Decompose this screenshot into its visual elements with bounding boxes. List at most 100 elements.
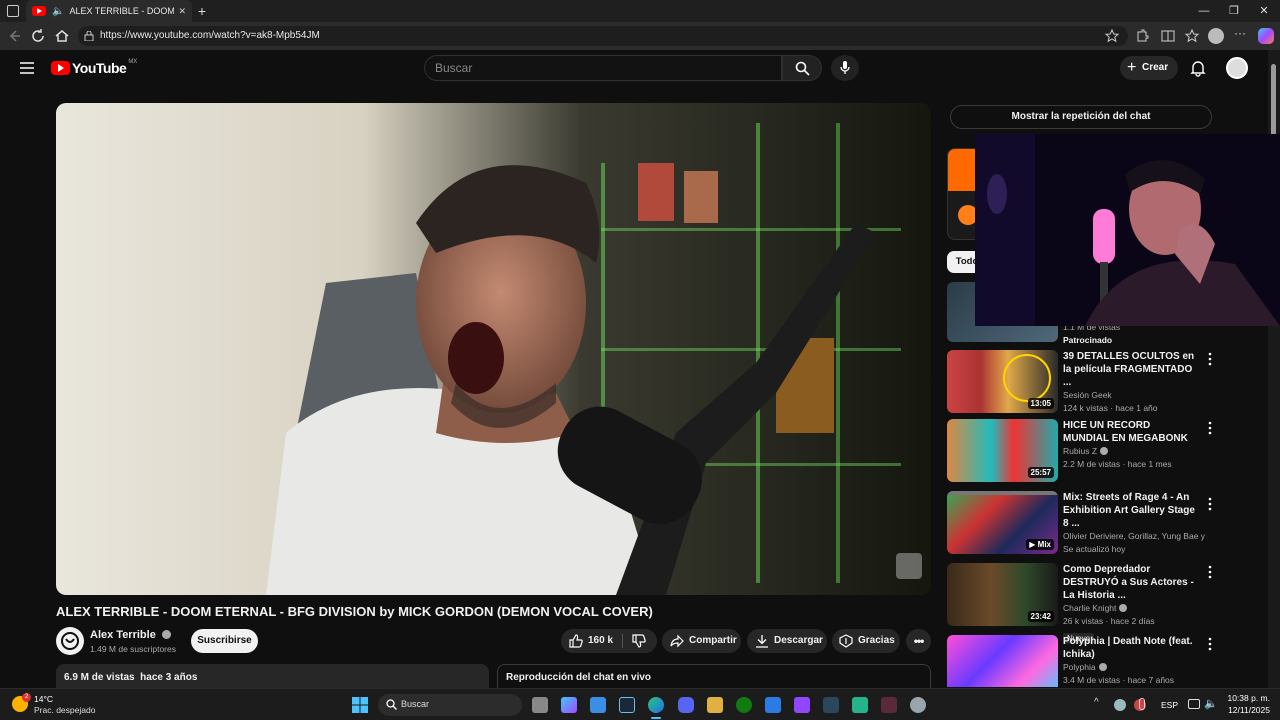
minimize-button[interactable]: —	[1196, 3, 1212, 19]
start-button[interactable]	[352, 697, 368, 713]
sidebar-video-title[interactable]: Polyphia | Death Note (feat. Ichika)	[1063, 635, 1198, 661]
video-thumbnail[interactable]	[947, 635, 1058, 687]
like-button[interactable]: 160 k	[561, 629, 621, 653]
trophy-app-icon[interactable]	[707, 697, 723, 713]
address-bar[interactable]: https://www.youtube.com/watch?v=ak8-Mpb5…	[78, 26, 1128, 46]
show-chat-replay-button[interactable]: Mostrar la repetición del chat	[950, 105, 1212, 129]
account-avatar[interactable]	[1226, 57, 1248, 79]
video-thumbnail[interactable]: 23:42	[947, 563, 1058, 626]
sidebar-video-2[interactable]: 25:57 HICE UN RECORD MUNDIAL EN MEGABONK…	[947, 419, 1227, 485]
sidebar-video-channel[interactable]: Olivier Deriviere, Gorillaz, Yung Bae y …	[1063, 530, 1208, 543]
new-tab-button[interactable]: +	[195, 2, 209, 20]
extensions-icon[interactable]	[1134, 28, 1150, 44]
maximize-button[interactable]: ❐	[1226, 3, 1242, 19]
close-tab-icon[interactable]: ✕	[178, 6, 186, 17]
dislike-button[interactable]	[623, 629, 657, 653]
game-app-icon[interactable]	[852, 697, 868, 713]
speaker-icon[interactable]: 🔈	[52, 6, 64, 17]
thanks-button[interactable]: Gracias	[832, 629, 900, 653]
video-thumbnail[interactable]: 13:05	[947, 350, 1058, 413]
share-button[interactable]: Compartir	[662, 629, 741, 653]
home-icon[interactable]	[54, 28, 70, 44]
chat-replay-box[interactable]: Reproducción del chat en vivo	[497, 664, 931, 688]
taskbar-date[interactable]: 12/11/2025	[1222, 705, 1270, 715]
xbox-icon[interactable]	[736, 697, 752, 713]
sidebar-video-title[interactable]: Como Depredador DESTRUYÓ a Sus Actores -…	[1063, 563, 1198, 602]
temperature: 14°C	[34, 694, 53, 704]
favorites-icon[interactable]	[1184, 28, 1200, 44]
description-box[interactable]: 6.9 M de vistas hace 3 años	[56, 664, 489, 688]
menu-icon[interactable]	[20, 62, 34, 74]
steam-icon[interactable]	[619, 697, 635, 713]
copilot-icon[interactable]	[1258, 28, 1274, 44]
video-thumbnail[interactable]: ▶ Mix	[947, 491, 1058, 554]
scrollbar-thumb[interactable]	[1271, 64, 1276, 144]
sidebar-video-3[interactable]: ▶ Mix Mix: Streets of Rage 4 - An Exhibi…	[947, 491, 1227, 557]
refresh-icon[interactable]	[30, 28, 46, 44]
back-arrow-icon[interactable]	[6, 28, 22, 44]
sidebar-video-5[interactable]: Polyphia | Death Note (feat. Ichika) Pol…	[947, 635, 1227, 687]
thumbs-down-icon	[632, 634, 646, 648]
steam-app-icon[interactable]	[823, 697, 839, 713]
volume-icon[interactable]: 🔈	[1204, 697, 1218, 710]
taskbar-time[interactable]: 10:38 p. m.	[1222, 693, 1270, 703]
channel-avatar[interactable]	[56, 627, 84, 655]
more-actions-button[interactable]: •••	[906, 629, 931, 653]
sidebar-video-channel[interactable]: Rubius Z	[1063, 445, 1198, 458]
sidebar-video-title[interactable]: 39 DETALLES OCULTOS en la película FRAGM…	[1063, 350, 1198, 389]
like-count: 160 k	[588, 635, 614, 646]
sidebar-video-channel[interactable]: Charlie Knight	[1063, 602, 1198, 615]
more-vertical-icon[interactable]	[1207, 637, 1213, 651]
discord-icon[interactable]	[678, 697, 694, 713]
close-window-button[interactable]: ✕	[1256, 3, 1272, 19]
sidebar-video-title[interactable]: Mix: Streets of Rage 4 - An Exhibition A…	[1063, 491, 1198, 530]
video-player[interactable]	[56, 103, 931, 595]
channel-logo-icon	[61, 632, 79, 650]
task-view-icon[interactable]	[532, 697, 548, 713]
thumbs-up-icon	[569, 634, 583, 648]
browser-tab[interactable]: 🔈 ALEX TERRIBLE - DOOM ET ✕	[26, 0, 192, 22]
download-button[interactable]: Descargar	[747, 629, 827, 653]
sidebar-video-1[interactable]: 13:05 39 DETALLES OCULTOS en la película…	[947, 350, 1227, 416]
copilot-app-icon[interactable]	[561, 697, 577, 713]
subscribe-button[interactable]: Suscribirse	[191, 629, 258, 653]
twitch-icon[interactable]	[794, 697, 810, 713]
sidebar-video-4[interactable]: 23:42 Como Depredador DESTRUYÓ a Sus Act…	[947, 563, 1227, 644]
create-button[interactable]: + Crear	[1120, 56, 1178, 80]
more-options-icon[interactable]: ···	[1234, 26, 1246, 40]
settings-icon[interactable]	[910, 697, 926, 713]
sidebar-video-channel[interactable]: Polyphia	[1063, 661, 1198, 674]
search-button[interactable]	[782, 55, 822, 81]
site-info-icon[interactable]	[84, 31, 94, 41]
search-input[interactable]: Buscar	[424, 55, 782, 81]
more-horizontal-icon: •••	[913, 634, 925, 648]
video-thumbnail[interactable]: 25:57	[947, 419, 1058, 482]
network-icon[interactable]	[1188, 699, 1200, 709]
sidebar-video-channel[interactable]: Sesión Geek	[1063, 389, 1198, 402]
channel-name[interactable]: Alex Terrible	[90, 629, 171, 641]
voice-search-button[interactable]	[831, 55, 859, 81]
tray-steam-icon[interactable]	[1114, 699, 1126, 711]
star-icon[interactable]	[1104, 28, 1120, 44]
more-vertical-icon[interactable]	[1207, 497, 1213, 511]
verified-icon	[161, 630, 171, 639]
taskbar-search[interactable]: Buscar	[378, 694, 522, 716]
more-vertical-icon[interactable]	[1207, 421, 1213, 435]
tray-chevron-icon[interactable]: ^	[1094, 697, 1099, 708]
edge-icon[interactable]	[648, 697, 664, 713]
mail-icon[interactable]	[765, 697, 781, 713]
youtube-logo[interactable]: YouTube MX	[51, 59, 137, 76]
split-screen-icon[interactable]	[1160, 28, 1176, 44]
more-vertical-icon[interactable]	[1207, 352, 1213, 366]
media-app-icon[interactable]	[881, 697, 897, 713]
profile-avatar[interactable]	[1208, 28, 1224, 44]
input-language[interactable]: ESP	[1161, 700, 1178, 710]
sidebar-video-title[interactable]: HICE UN RECORD MUNDIAL EN MEGABONK	[1063, 419, 1198, 445]
more-vertical-icon[interactable]	[1207, 565, 1213, 579]
notifications-bell-icon[interactable]	[1190, 60, 1206, 77]
download-label: Descargar	[774, 635, 823, 646]
store-icon[interactable]	[590, 697, 606, 713]
tab-actions-icon[interactable]	[7, 5, 19, 17]
tray-microphone-icon[interactable]	[1139, 698, 1145, 710]
weather-widget[interactable]: 2 14°C Prac. despejado	[10, 693, 100, 717]
